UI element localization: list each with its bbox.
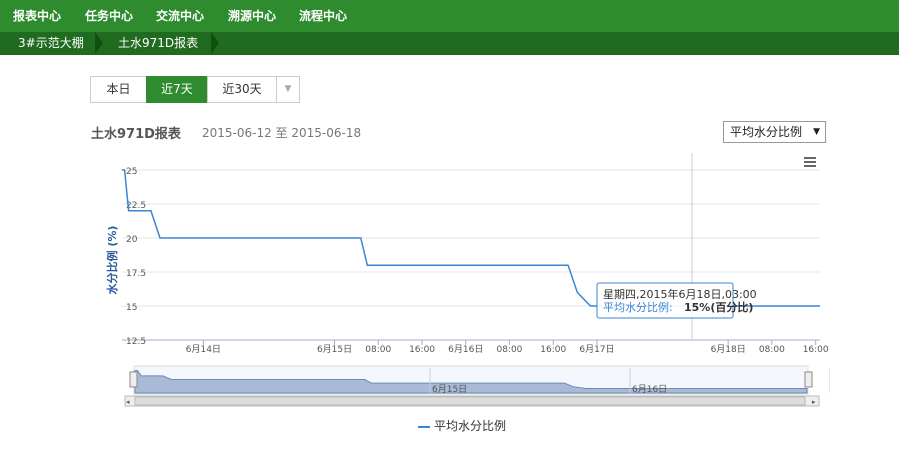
- x-tick-label: 6月14日: [186, 344, 221, 355]
- breadcrumb: 3#示范大棚 土水971D报表: [0, 32, 899, 55]
- tooltip-series-label: 平均水分比例:: [603, 300, 673, 314]
- range-30-days-button[interactable]: 近30天: [207, 76, 277, 103]
- range-more-button[interactable]: ▼: [276, 76, 300, 103]
- report-title: 土水971D报表: [91, 127, 181, 142]
- legend-label: 平均水分比例: [434, 419, 507, 433]
- y-axis-ticks: 2522.52017.51512.5: [126, 167, 146, 347]
- breadcrumb-separator-icon: [95, 32, 103, 54]
- select-arrow-icon: ▼: [813, 127, 820, 137]
- nav-report-center[interactable]: 报表中心: [13, 0, 61, 32]
- tooltip-date: 星期四,2015年6月18日,03:00: [603, 287, 757, 301]
- x-tick-label: 16:00: [803, 345, 829, 355]
- navigator-tick-label: 6月16日: [632, 384, 667, 395]
- x-tick-label: 6月17日: [579, 344, 614, 355]
- nav-communication-center[interactable]: 交流中心: [156, 0, 204, 32]
- x-tick-label: 08:00: [365, 345, 391, 355]
- breadcrumb-separator-icon: [211, 32, 219, 54]
- y-tick-label: 25: [126, 167, 137, 177]
- range-today-button[interactable]: 本日: [90, 76, 147, 103]
- scroll-right-icon[interactable]: ▸: [812, 398, 816, 406]
- x-tick-label: 08:00: [496, 345, 522, 355]
- breadcrumb-greenhouse[interactable]: 3#示范大棚: [18, 32, 84, 55]
- navigator-right-handle[interactable]: [804, 371, 813, 388]
- tooltip-value: 15%(百分比): [684, 300, 753, 314]
- x-tick-label: 08:00: [759, 345, 785, 355]
- metric-select-value: 平均水分比例: [730, 125, 803, 139]
- x-tick-label: 16:00: [409, 345, 435, 355]
- y-tick-label: 15: [126, 303, 137, 313]
- nav-task-center[interactable]: 任务中心: [85, 0, 133, 32]
- navigator-tick-label: 6月15日: [432, 384, 467, 395]
- nav-workflow-center[interactable]: 流程中心: [299, 0, 347, 32]
- metric-select[interactable]: 平均水分比例 ▼: [723, 121, 826, 143]
- legend-swatch-icon: [418, 425, 430, 428]
- chart-tooltip: 星期四,2015年6月18日,03:00 平均水分比例: 15%(百分比): [596, 282, 757, 319]
- nav-traceability-center[interactable]: 溯源中心: [228, 0, 276, 32]
- caret-down-icon: ▼: [284, 84, 292, 94]
- y-tick-label: 20: [126, 235, 138, 245]
- navigator-scrollbar-thumb[interactable]: [134, 396, 806, 406]
- scroll-left-icon[interactable]: ◂: [126, 398, 130, 406]
- navigator[interactable]: 6月15日6月16日6月18日 ◂ ▸: [124, 365, 830, 407]
- x-tick-label: 16:00: [540, 345, 566, 355]
- chart-legend[interactable]: 平均水分比例: [418, 417, 506, 434]
- y-tick-label: 12.5: [126, 337, 146, 347]
- x-tick-label: 6月16日: [448, 344, 483, 355]
- menu-icon[interactable]: [804, 157, 816, 167]
- top-navigation: 报表中心 任务中心 交流中心 溯源中心 流程中心: [0, 0, 899, 32]
- y-tick-label: 17.5: [126, 269, 146, 279]
- breadcrumb-report[interactable]: 土水971D报表: [118, 32, 198, 55]
- x-axis-ticks: 6月14日 6月15日 08:00 16:00 6月16日 08:00 16:00 6月17日…: [186, 340, 829, 355]
- moisture-chart: 2522.52017.51512.5 6月14日 6月15日 08:00 16:00 6…: [105, 153, 830, 407]
- x-tick-label: 6月18日: [711, 344, 746, 355]
- range-button-group: 本日 近7天 近30天 ▼: [90, 76, 300, 103]
- report-date-range: 2015-06-12 至 2015-06-18: [202, 126, 362, 140]
- y-axis-label: 水分比例 (%): [105, 226, 119, 295]
- navigator-left-handle[interactable]: [129, 371, 138, 388]
- x-tick-label: 6月15日: [317, 344, 352, 355]
- range-7-days-button[interactable]: 近7天: [146, 76, 208, 103]
